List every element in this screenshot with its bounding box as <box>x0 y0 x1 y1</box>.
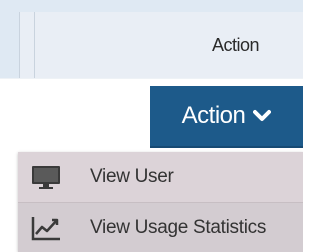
row-divider <box>0 78 303 79</box>
monitor-icon <box>32 166 60 189</box>
action-button-label: Action <box>181 102 246 129</box>
chevron-down-icon <box>253 110 272 121</box>
table-header: Action <box>0 0 303 78</box>
action-button[interactable]: Action <box>150 86 303 148</box>
line-chart-icon <box>31 216 60 240</box>
screen: Action Action View User View Usage Stati… <box>0 0 303 252</box>
action-dropdown-menu: View User View Usage Statistics <box>18 152 303 252</box>
menu-item-view-usage-statistics[interactable]: View Usage Statistics <box>18 202 303 252</box>
header-cell-action: Action <box>19 12 303 78</box>
menu-item-view-user[interactable]: View User <box>18 152 303 202</box>
column-header-label: Action <box>211 35 260 55</box>
menu-item-label: View Usage Statistics <box>90 216 267 238</box>
column-divider <box>34 12 35 78</box>
menu-item-label: View User <box>90 166 174 187</box>
